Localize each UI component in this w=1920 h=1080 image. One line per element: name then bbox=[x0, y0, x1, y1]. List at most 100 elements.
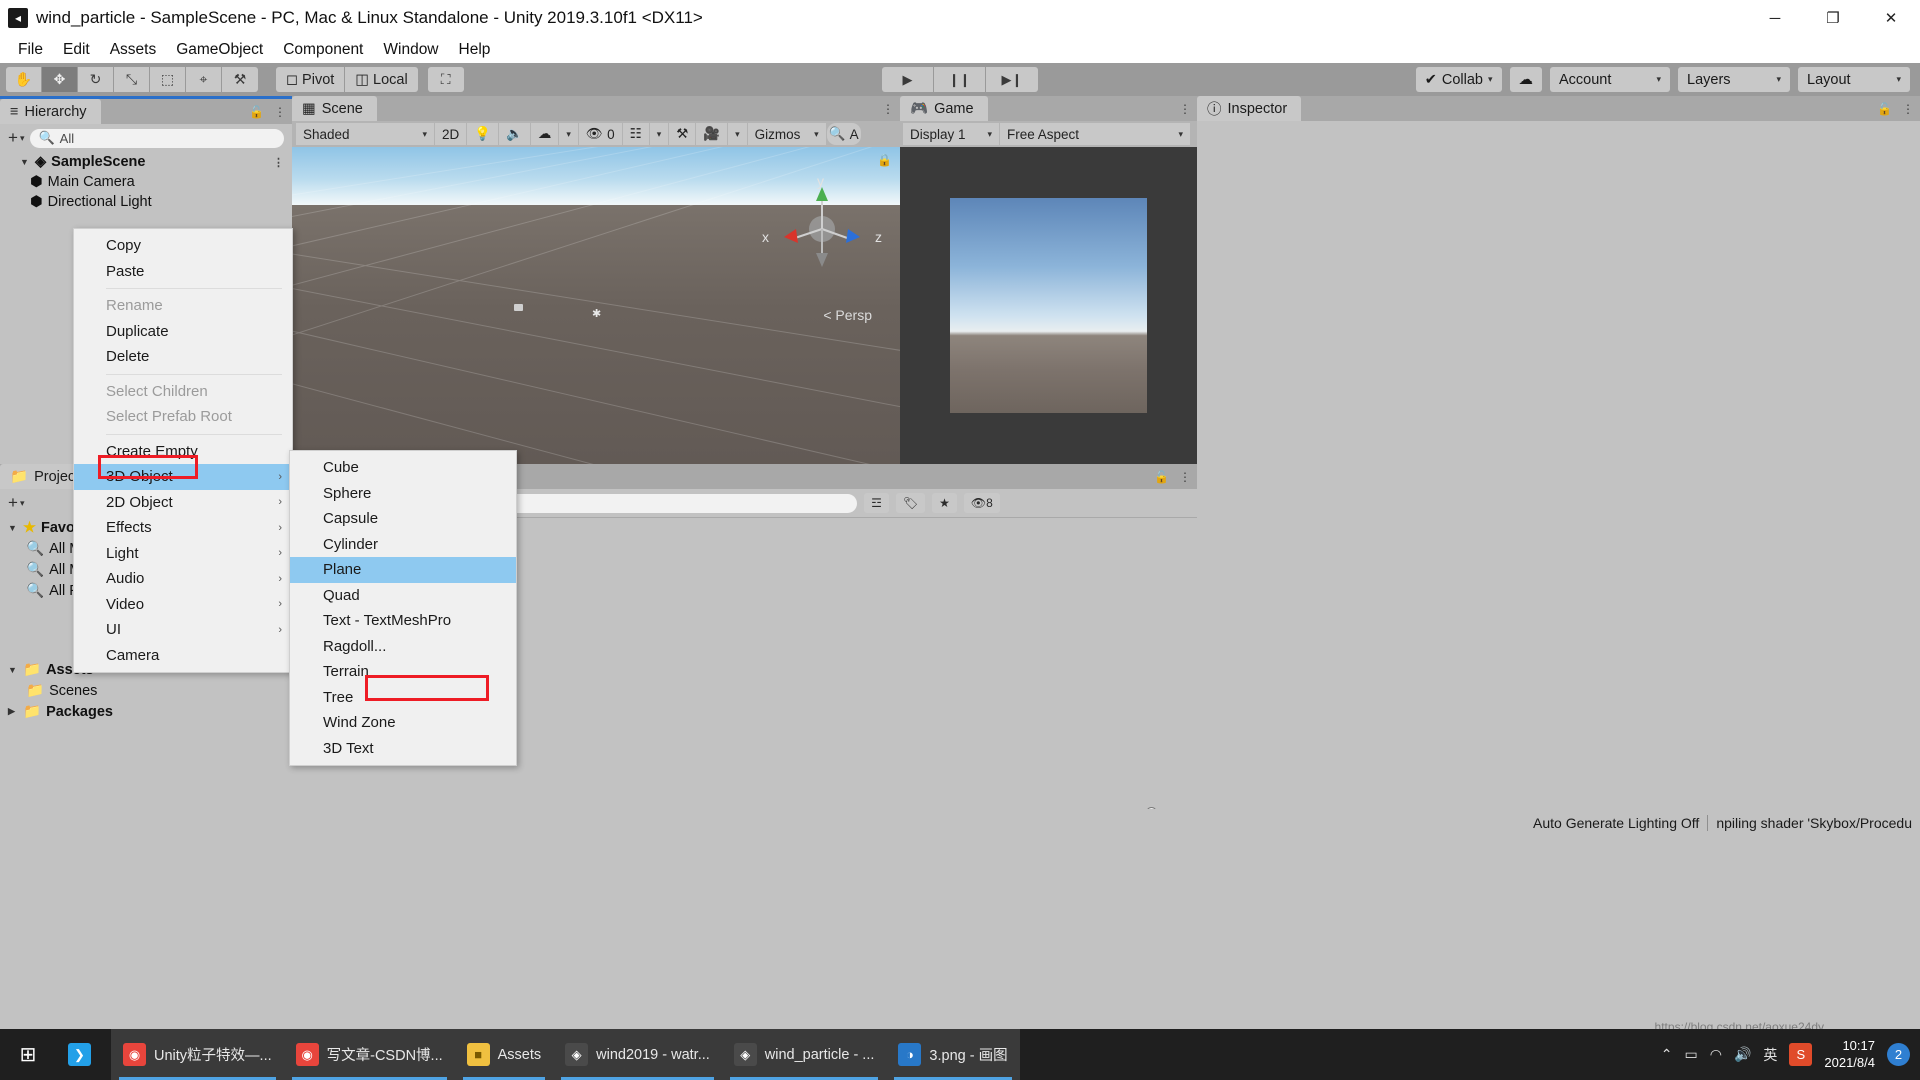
submenu-item-terrain[interactable]: Terrain bbox=[290, 659, 516, 685]
tab-scene[interactable]: ▦ Scene bbox=[292, 96, 377, 121]
scale-tool-icon[interactable]: ⤡ bbox=[114, 67, 150, 92]
grid-snapping-icon[interactable]: ⛶ bbox=[427, 67, 464, 92]
kebab-menu-icon[interactable]: ⋮ bbox=[1902, 102, 1914, 116]
volume-icon[interactable]: 🔊 bbox=[1734, 1046, 1751, 1063]
context-item-3d-object[interactable]: 3D Object › bbox=[74, 464, 292, 490]
step-button[interactable]: ▶❙ bbox=[986, 67, 1038, 92]
2d-toggle[interactable]: 2D bbox=[435, 123, 467, 145]
local-toggle[interactable]: ◫ Local bbox=[345, 67, 418, 92]
submenu-item-sphere[interactable]: Sphere bbox=[290, 481, 516, 507]
tab-inspector[interactable]: ⓘ Inspector bbox=[1197, 96, 1302, 121]
context-item-light[interactable]: Light › bbox=[74, 541, 292, 567]
play-button[interactable]: ▶ bbox=[882, 67, 934, 92]
context-item-camera[interactable]: Camera bbox=[74, 643, 292, 669]
wifi-icon[interactable]: ◠ bbox=[1710, 1046, 1722, 1063]
context-item-copy[interactable]: Copy bbox=[74, 233, 292, 259]
context-item-2d-object[interactable]: 2D Object › bbox=[74, 490, 292, 516]
kebab-menu-icon[interactable]: ⋮ bbox=[273, 156, 284, 169]
menu-assets[interactable]: Assets bbox=[100, 39, 167, 61]
submenu-item-tree[interactable]: Tree bbox=[290, 685, 516, 711]
sogou-icon[interactable]: S bbox=[1789, 1043, 1813, 1066]
context-item-video[interactable]: Video › bbox=[74, 592, 292, 618]
grid-dropdown[interactable]: ▾ bbox=[649, 123, 669, 145]
hierarchy-row-main-camera[interactable]: ⬢ Main Camera bbox=[0, 172, 292, 192]
scene-viewport[interactable]: ✱ x y z < Persp � bbox=[292, 147, 900, 464]
filter-by-label-button[interactable]: 🏷 bbox=[895, 493, 926, 513]
filter-by-type-button[interactable]: ☲ bbox=[864, 493, 889, 513]
chevron-right-icon[interactable]: ▶ bbox=[8, 706, 18, 717]
submenu-item-text-textmeshpro[interactable]: Text - TextMeshPro bbox=[290, 608, 516, 634]
rotate-tool-icon[interactable]: ↻ bbox=[78, 67, 114, 92]
move-tool-icon[interactable]: ✥ bbox=[42, 67, 78, 92]
camera-dropdown[interactable]: ▾ bbox=[728, 123, 747, 145]
taskbar-item-vscode[interactable]: ❯ bbox=[56, 1029, 111, 1080]
custom-editor-tool-icon[interactable]: ⚒ bbox=[222, 67, 258, 92]
menu-component[interactable]: Component bbox=[273, 39, 373, 61]
menu-file[interactable]: File bbox=[8, 39, 53, 61]
cloud-button[interactable]: ☁ bbox=[1509, 67, 1542, 92]
kebab-menu-icon[interactable]: ⋮ bbox=[274, 105, 286, 119]
hierarchy-search-input[interactable]: 🔍 All bbox=[30, 128, 284, 148]
context-item-ui[interactable]: UI › bbox=[74, 617, 292, 643]
lock-icon[interactable]: 🔓 bbox=[249, 105, 264, 119]
submenu-item-cube[interactable]: Cube bbox=[290, 455, 516, 481]
tab-hierarchy[interactable]: ≡ Hierarchy bbox=[0, 99, 101, 124]
transform-tool-icon[interactable]: ⌖ bbox=[186, 67, 222, 92]
aspect-dropdown[interactable]: Free Aspect ▾ bbox=[1000, 123, 1190, 145]
submenu-item-cylinder[interactable]: Cylinder bbox=[290, 532, 516, 558]
context-item-paste[interactable]: Paste bbox=[74, 259, 292, 285]
3d-object-submenu[interactable]: Cube Sphere Capsule Cylinder Plane Quad … bbox=[289, 450, 517, 766]
maximize-button[interactable]: ❐ bbox=[1804, 0, 1862, 36]
pause-button[interactable]: ❙❙ bbox=[934, 67, 986, 92]
grid-visibility-icon[interactable]: ☷ bbox=[622, 123, 649, 145]
submenu-item-plane[interactable]: Plane bbox=[290, 557, 516, 583]
draw-mode-dropdown[interactable]: Shaded ▾ bbox=[296, 123, 434, 145]
context-item-duplicate[interactable]: Duplicate bbox=[74, 319, 292, 345]
context-item-delete[interactable]: Delete bbox=[74, 344, 292, 370]
taskbar-item-assets[interactable]: ■ Assets bbox=[454, 1029, 554, 1080]
project-row-packages[interactable]: ▶ 📁 Packages bbox=[0, 701, 292, 722]
scene-lock-icon[interactable]: 🔒 bbox=[877, 153, 892, 167]
lock-icon[interactable]: 🔓 bbox=[1877, 102, 1892, 116]
context-item-effects[interactable]: Effects › bbox=[74, 515, 292, 541]
chevron-down-icon[interactable]: ▼ bbox=[8, 523, 18, 533]
hierarchy-row-directional-light[interactable]: ⬢ Directional Light bbox=[0, 192, 292, 212]
project-create-button[interactable]: + ▾ bbox=[8, 493, 24, 513]
gameobject-context-menu[interactable]: Copy Paste Rename Duplicate Delete Selec… bbox=[73, 228, 293, 673]
scene-projection-label[interactable]: < Persp bbox=[823, 307, 872, 323]
effects-dropdown[interactable]: ▾ bbox=[559, 123, 578, 145]
menu-edit[interactable]: Edit bbox=[53, 39, 100, 61]
taskbar-clock[interactable]: 10:17 2021/8/4 bbox=[1824, 1038, 1875, 1071]
notification-badge[interactable]: 2 bbox=[1887, 1043, 1910, 1066]
effects-icon[interactable]: ☁ bbox=[530, 123, 559, 145]
submenu-item-3d-text[interactable]: 3D Text bbox=[290, 736, 516, 762]
hand-tool-icon[interactable]: ✋ bbox=[6, 67, 42, 92]
monitor-icon[interactable]: ▭ bbox=[1685, 1046, 1698, 1063]
speaker-icon[interactable]: 🔈 bbox=[499, 123, 530, 145]
kebab-menu-icon[interactable]: ⋮ bbox=[1179, 470, 1191, 484]
taskbar-item-wind-particle[interactable]: ◈ wind_particle - ... bbox=[721, 1029, 887, 1080]
hierarchy-row-samplescene[interactable]: ▼ ◈ SampleScene ⋮ bbox=[0, 152, 292, 172]
taskbar-item-unity-tutorial[interactable]: ◉ Unity粒子特效—... bbox=[111, 1029, 284, 1080]
lock-icon[interactable]: 🔓 bbox=[1154, 470, 1169, 484]
context-item-audio[interactable]: Audio › bbox=[74, 566, 292, 592]
tab-game[interactable]: 🎮 Game bbox=[900, 96, 988, 121]
scene-search-input[interactable]: 🔍 A bbox=[826, 123, 861, 145]
chevron-down-icon[interactable]: ▼ bbox=[20, 157, 30, 167]
minimize-button[interactable]: ─ bbox=[1746, 0, 1804, 36]
rect-tool-icon[interactable]: ⬚ bbox=[150, 67, 186, 92]
ime-language-icon[interactable]: 英 bbox=[1763, 1045, 1777, 1065]
submenu-item-wind-zone[interactable]: Wind Zone bbox=[290, 710, 516, 736]
collab-button[interactable]: ✔ Collab ▾ bbox=[1415, 67, 1502, 92]
kebab-menu-icon[interactable]: ⋮ bbox=[1179, 102, 1191, 116]
display-dropdown[interactable]: Display 1 ▾ bbox=[903, 123, 999, 145]
pivot-toggle[interactable]: ◻ Pivot bbox=[276, 67, 346, 92]
lightbulb-icon[interactable]: 💡 bbox=[467, 123, 499, 145]
taskbar-item-paint[interactable]: ◑ 3.png - 画图 bbox=[886, 1029, 1020, 1080]
asset-search-input[interactable]: 🔍 bbox=[489, 493, 858, 513]
gizmos-dropdown[interactable]: Gizmos ▾ bbox=[747, 123, 826, 145]
project-row-scenes[interactable]: 📁 Scenes bbox=[0, 680, 292, 701]
account-button[interactable]: Account ▾ bbox=[1550, 67, 1670, 92]
close-button[interactable]: ✕ bbox=[1862, 0, 1920, 36]
camera-icon[interactable]: 🎥 bbox=[696, 123, 728, 145]
